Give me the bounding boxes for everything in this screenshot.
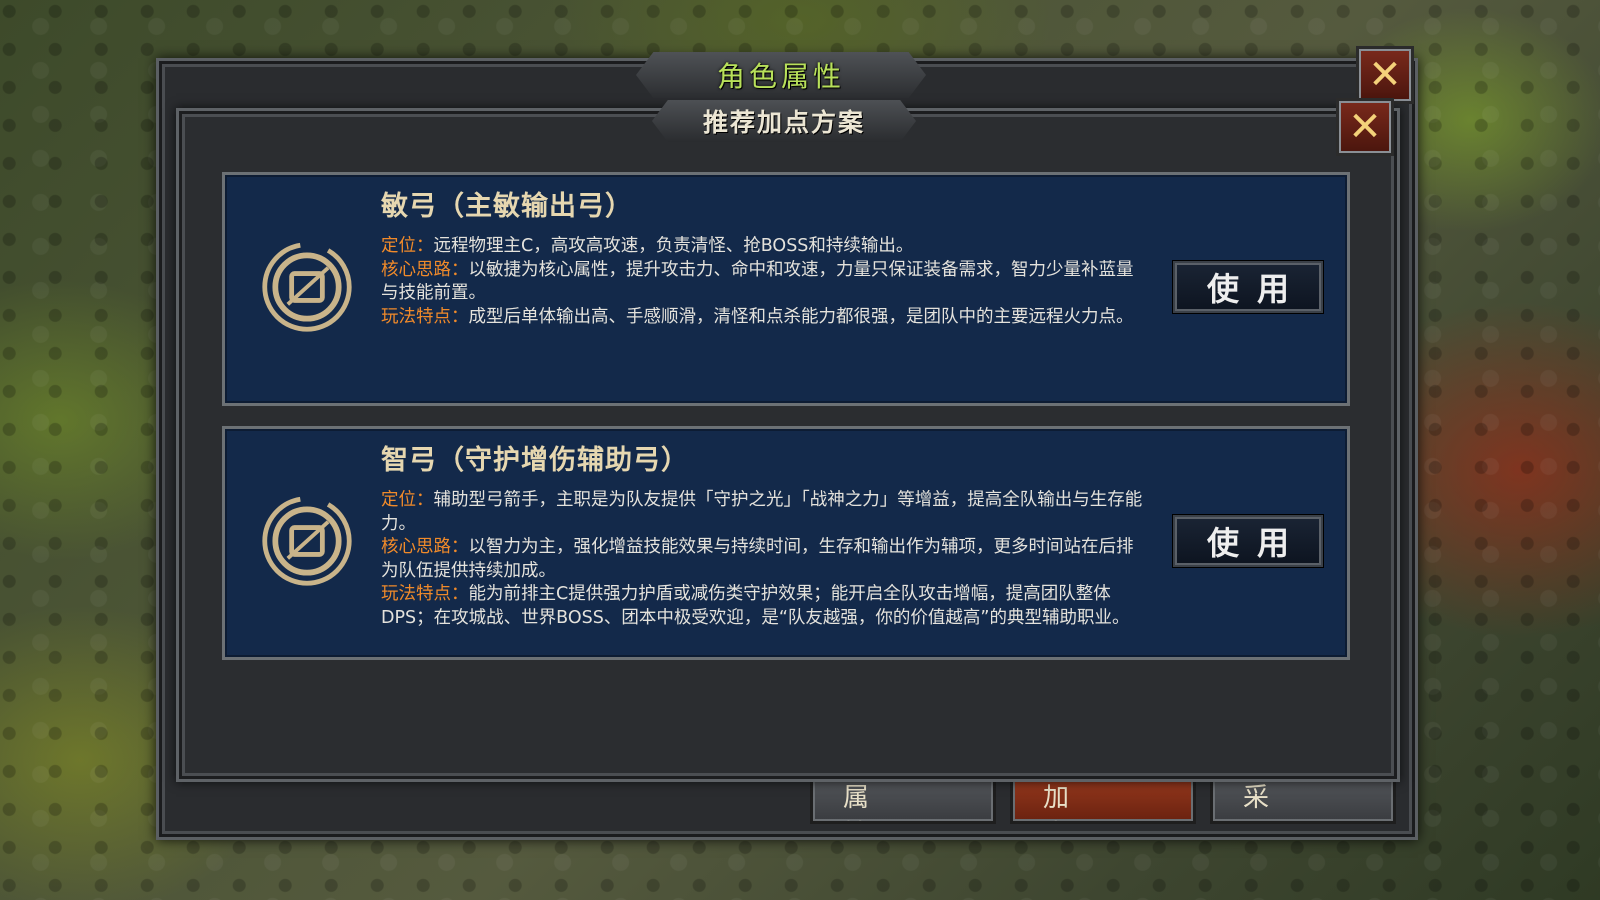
close-icon: ✕ — [1348, 104, 1382, 150]
build-name: 敏弓（主敏输出弓） — [381, 191, 633, 222]
position-line: 定位：远程物理主C，高攻高攻速，负责清怪、抢BOSS和持续输出。 — [381, 235, 1145, 259]
core-idea-text: 以智力为主，强化增益技能效果与持续时间，生存和输出作为辅项，更多时间站在后排为队… — [381, 537, 1134, 581]
tab-purchase-label: 采 买 — [1243, 783, 1300, 821]
core-idea-label: 核心思路： — [381, 537, 469, 557]
position-line: 定位：辅助型弓箭手，主职是为队友提供「守护之光」「战神之力」等增益，提高全队输出… — [381, 489, 1145, 536]
playstyle-text: 能为前排主C提供强力护盾或减伤类守护效果；能开启全队攻击增幅，提高团队整体DPS… — [381, 584, 1130, 628]
dialog-title-plate: 推荐加点方案 — [652, 100, 916, 142]
use-button[interactable]: 使用 — [1173, 515, 1323, 567]
tab-attributes-label: 属 性 — [843, 783, 900, 821]
position-text: 辅助型弓箭手，主职是为队友提供「守护之光」「战神之力」等增益，提高全队输出与生存… — [381, 490, 1143, 534]
tab-add-points-label: 加 点 — [1043, 783, 1100, 821]
build-card-body: 敏弓（主敏输出弓） 定位：远程物理主C，高攻高攻速，负责清怪、抢BOSS和持续输… — [381, 189, 1145, 329]
build-name: 智弓（守护增伤辅助弓） — [381, 445, 689, 476]
position-text: 远程物理主C，高攻高攻速，负责清怪、抢BOSS和持续输出。 — [433, 236, 914, 256]
core-idea-label: 核心思路： — [381, 259, 469, 280]
playstyle-line: 玩法特点：成型后单体输出高、手感顺滑，清怪和点杀能力都很强，是团队中的主要远程火… — [381, 306, 1145, 330]
outer-title-plate: 角色属性 — [636, 52, 926, 98]
use-button[interactable]: 使用 — [1173, 261, 1323, 313]
position-label: 定位： — [381, 236, 434, 256]
build-card-agility-bow: 敏弓（主敏输出弓） 定位：远程物理主C，高攻高攻速，负责清怪、抢BOSS和持续输… — [222, 172, 1350, 406]
core-idea-line: 核心思路：以智力为主，强化增益技能效果与持续时间，生存和输出作为辅项，更多时间站… — [381, 536, 1145, 583]
playstyle-text: 成型后单体输出高、手感顺滑，清怪和点杀能力都很强，是团队中的主要远程火力点。 — [468, 306, 1134, 327]
bow-class-emblem-icon — [262, 242, 352, 332]
dialog-close-button[interactable]: ✕ — [1336, 98, 1394, 156]
close-icon: ✕ — [1368, 52, 1402, 98]
playstyle-line: 玩法特点：能为前排主C提供强力护盾或减伤类守护效果；能开启全队攻击增幅，提高团队… — [381, 583, 1145, 630]
playstyle-label: 玩法特点： — [381, 306, 469, 327]
core-idea-line: 核心思路：以敏捷为核心属性，提升攻击力、命中和攻速，力量只保证装备需求，智力少量… — [381, 259, 1145, 306]
core-idea-text: 以敏捷为核心属性，提升攻击力、命中和攻速，力量只保证装备需求，智力少量补蓝量与技… — [381, 259, 1134, 304]
playstyle-label: 玩法特点： — [381, 584, 469, 604]
bow-class-emblem-icon — [262, 496, 352, 586]
outer-window-title: 角色属性 — [716, 60, 845, 93]
position-label: 定位： — [381, 490, 434, 510]
build-card-intelligence-bow: 智弓（守护增伤辅助弓） 定位：辅助型弓箭手，主职是为队友提供「守护之光」「战神之… — [222, 426, 1350, 660]
outer-close-button[interactable]: ✕ — [1356, 46, 1414, 104]
dialog-title: 推荐加点方案 — [702, 108, 865, 137]
build-card-body: 智弓（守护增伤辅助弓） 定位：辅助型弓箭手，主职是为队友提供「守护之光」「战神之… — [381, 443, 1145, 630]
